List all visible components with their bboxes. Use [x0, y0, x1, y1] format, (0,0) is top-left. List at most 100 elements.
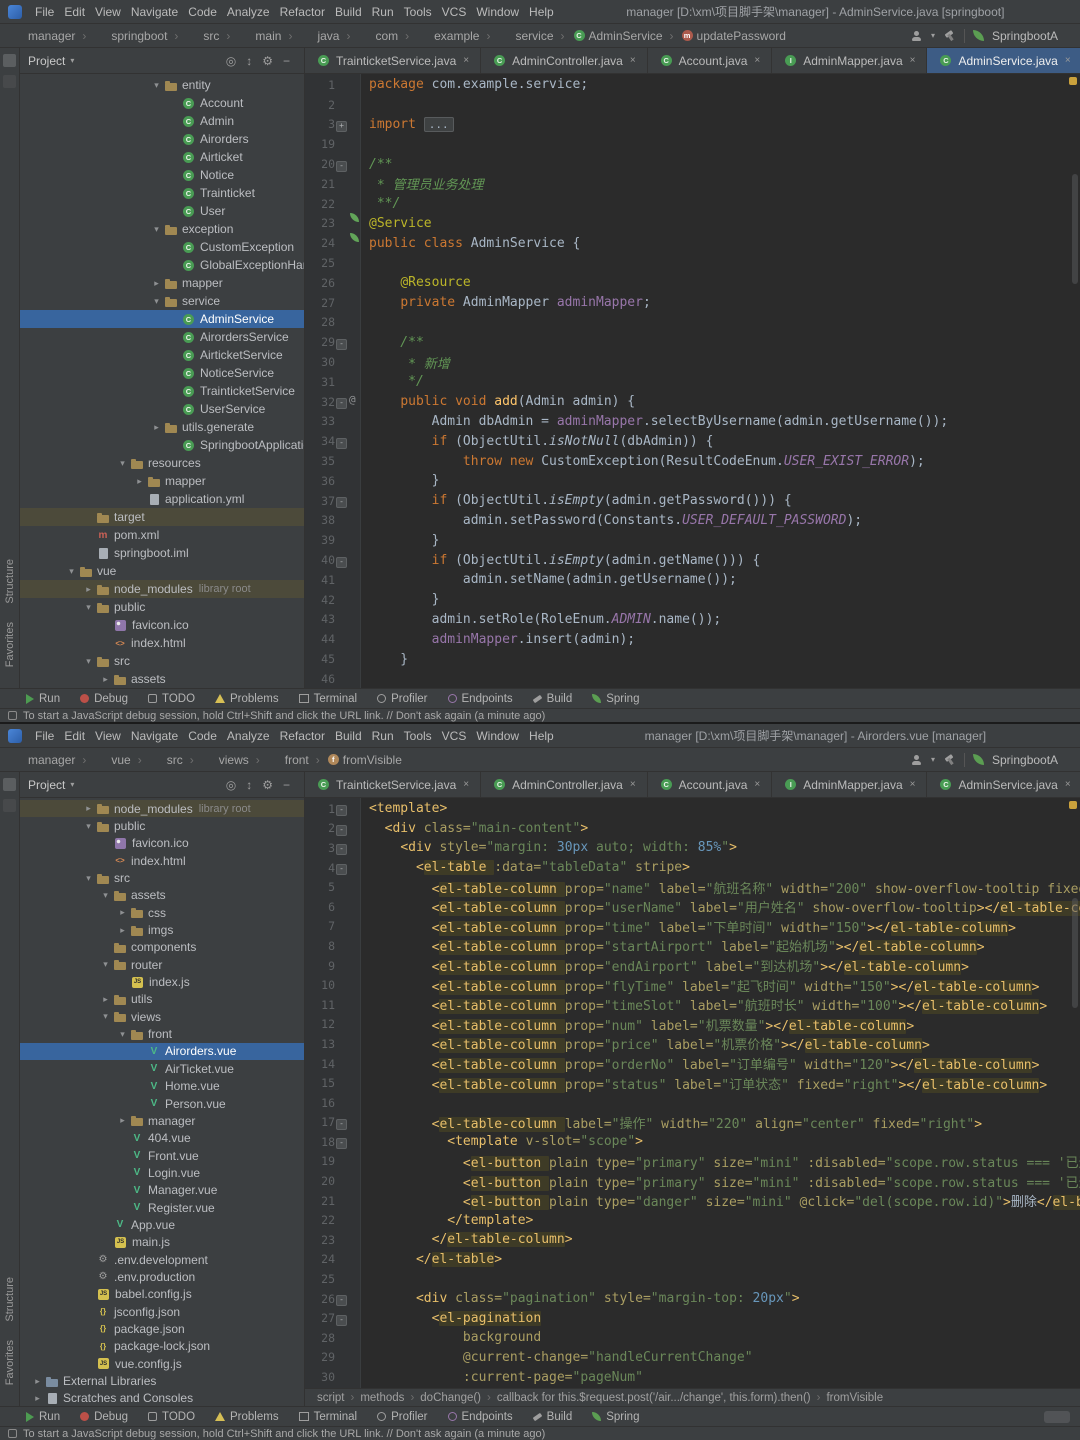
tree-chevron-icon[interactable]	[81, 821, 96, 832]
breadcrumb-item[interactable]: src	[167, 29, 219, 43]
breadcrumb-item[interactable]: springboot	[75, 29, 167, 43]
tree-item[interactable]: utils.generate	[20, 418, 304, 436]
menu-item[interactable]: Navigate	[126, 729, 183, 743]
tree-item[interactable]: User	[20, 202, 304, 220]
toolwindow-button[interactable]: Terminal	[298, 1411, 357, 1423]
tree-item[interactable]: package-lock.json	[20, 1338, 304, 1355]
user-icon[interactable]	[911, 754, 923, 766]
tree-chevron-icon[interactable]	[98, 890, 113, 901]
breadcrumb-item[interactable]: updatePassword	[663, 29, 786, 43]
tree-item[interactable]: Airticket	[20, 148, 304, 166]
toolwindow-button[interactable]: Run	[26, 1411, 60, 1423]
tree-item[interactable]: css	[20, 904, 304, 921]
tree-item[interactable]: manager	[20, 1112, 304, 1129]
editor-scrollbar[interactable]	[1070, 798, 1080, 1388]
breadcrumb-item[interactable]: fromVisible	[309, 753, 402, 767]
tree-chevron-icon[interactable]	[30, 1393, 45, 1404]
code-line[interactable]: 26 <div class="pagination" style="margin…	[305, 1289, 1080, 1309]
fold-marker-icon[interactable]	[335, 493, 348, 508]
close-tab-icon[interactable]	[463, 55, 469, 66]
tree-item[interactable]: External Libraries	[20, 1372, 304, 1389]
scrollbar-thumb[interactable]	[1072, 898, 1078, 1008]
code-line[interactable]: 39 }	[305, 530, 1080, 550]
fold-marker-icon[interactable]	[335, 1115, 348, 1130]
tree-item[interactable]: entity	[20, 76, 304, 94]
code-line[interactable]: 33 Admin dbAdmin = adminMapper.selectByU…	[305, 412, 1080, 432]
toolwindow-button[interactable]: Debug	[80, 1411, 128, 1423]
panel-action-icon[interactable]	[226, 55, 236, 67]
toolwindow-button[interactable]: Endpoints	[447, 1411, 513, 1423]
tree-item[interactable]: .env.production	[20, 1268, 304, 1285]
structure-toolwindow-button[interactable]: Structure	[4, 559, 16, 604]
tree-item[interactable]: Manager.vue	[20, 1182, 304, 1199]
editor-tab[interactable]: TrainticketService.java	[305, 48, 482, 73]
notifications-icon[interactable]	[1044, 1410, 1070, 1423]
run-configuration[interactable]: SpringbootA	[992, 29, 1080, 43]
editor-tab[interactable]: TrainticketService.java	[305, 772, 482, 797]
menu-item[interactable]: Help	[524, 5, 559, 19]
favorites-toolwindow-button[interactable]: Favorites	[4, 622, 16, 667]
fold-marker-icon[interactable]	[335, 840, 348, 855]
tree-item[interactable]: NoticeService	[20, 364, 304, 382]
build-hammer-icon[interactable]	[943, 754, 956, 766]
tree-item[interactable]: Front.vue	[20, 1147, 304, 1164]
panel-action-icon[interactable]	[246, 55, 252, 67]
tree-item[interactable]: favicon.ico	[20, 616, 304, 634]
tree-item[interactable]: jsconfig.json	[20, 1303, 304, 1320]
menu-item[interactable]: Build	[330, 729, 367, 743]
tree-item[interactable]: index.js	[20, 973, 304, 990]
code-line[interactable]: 36 }	[305, 471, 1080, 491]
code-line[interactable]: 3 <div style="margin: 30px auto; width: …	[305, 838, 1080, 858]
code-line[interactable]: 20 <el-button plain type="primary" size=…	[305, 1171, 1080, 1191]
tree-chevron-icon[interactable]	[115, 1029, 130, 1040]
project-toolwindow-icon[interactable]	[3, 778, 16, 791]
tree-chevron-icon[interactable]	[98, 959, 113, 970]
tree-chevron-icon[interactable]	[149, 224, 164, 235]
tree-item[interactable]: babel.config.js	[20, 1286, 304, 1303]
code-editor[interactable]: 1 <template> 2 <div class="main-content	[305, 798, 1080, 1388]
code-line[interactable]: 15 <el-table-column prop="status" label=…	[305, 1073, 1080, 1093]
tree-item[interactable]: Scratches and Consoles	[20, 1390, 304, 1406]
tree-item[interactable]: .env.development	[20, 1251, 304, 1268]
toolwindow-button[interactable]: TODO	[148, 1411, 195, 1423]
code-line[interactable]: 6 <el-table-column prop="userName" label…	[305, 897, 1080, 917]
favorites-toolwindow-button[interactable]: Favorites	[4, 1340, 16, 1385]
code-line[interactable]: 23 @Service	[305, 213, 1080, 234]
breadcrumb-item[interactable]: vue	[75, 753, 130, 767]
tree-chevron-icon[interactable]	[115, 925, 130, 936]
tree-item[interactable]: AirTicket.vue	[20, 1060, 304, 1077]
tree-chevron-icon[interactable]	[132, 476, 147, 487]
code-line[interactable]: 16	[305, 1093, 1080, 1113]
breadcrumb-item[interactable]: manager	[10, 753, 75, 767]
tree-item[interactable]: App.vue	[20, 1216, 304, 1233]
code-line[interactable]: 37 if (ObjectUtil.isEmpty(admin.getPassw…	[305, 491, 1080, 511]
fold-marker-icon[interactable]	[335, 553, 348, 568]
code-line[interactable]: 26 @Resource	[305, 273, 1080, 293]
code-line[interactable]: 43 admin.setRole(RoleEnum.ADMIN.name());	[305, 610, 1080, 630]
toolwindow-button[interactable]: Build	[532, 693, 572, 705]
project-panel-title[interactable]: Project	[28, 778, 74, 792]
code-line[interactable]: 9 <el-table-column prop="endAirport" lab…	[305, 956, 1080, 976]
tree-item[interactable]: SpringbootApplication	[20, 436, 304, 454]
panel-action-icon[interactable]	[262, 55, 273, 67]
chevron-down-icon[interactable]: ▾	[931, 31, 935, 40]
editor-tab[interactable]: AdminController.java	[481, 48, 648, 73]
code-line[interactable]: 2 <div class="main-content">	[305, 819, 1080, 839]
build-hammer-icon[interactable]	[943, 30, 956, 42]
breadcrumb-item[interactable]: service	[479, 29, 553, 43]
tree-item[interactable]: TrainticketService	[20, 382, 304, 400]
panel-action-icon[interactable]	[283, 779, 290, 791]
close-tab-icon[interactable]	[463, 779, 469, 790]
tree-item[interactable]: application.yml	[20, 490, 304, 508]
fold-marker-icon[interactable]	[335, 434, 348, 449]
menu-item[interactable]: Edit	[59, 5, 90, 19]
editor-breadcrumb-item[interactable]: callback for this.$request.post('/air...…	[481, 1392, 811, 1404]
toolwindow-button[interactable]: Endpoints	[447, 693, 513, 705]
menu-item[interactable]: Run	[367, 5, 399, 19]
menu-item[interactable]: Refactor	[275, 5, 330, 19]
breadcrumb-item[interactable]: src	[131, 753, 183, 767]
code-line[interactable]: 30 * 新增	[305, 352, 1080, 372]
tree-item[interactable]: imgs	[20, 921, 304, 938]
fold-marker-icon[interactable]	[335, 117, 348, 132]
tree-item[interactable]: pom.xml	[20, 526, 304, 544]
